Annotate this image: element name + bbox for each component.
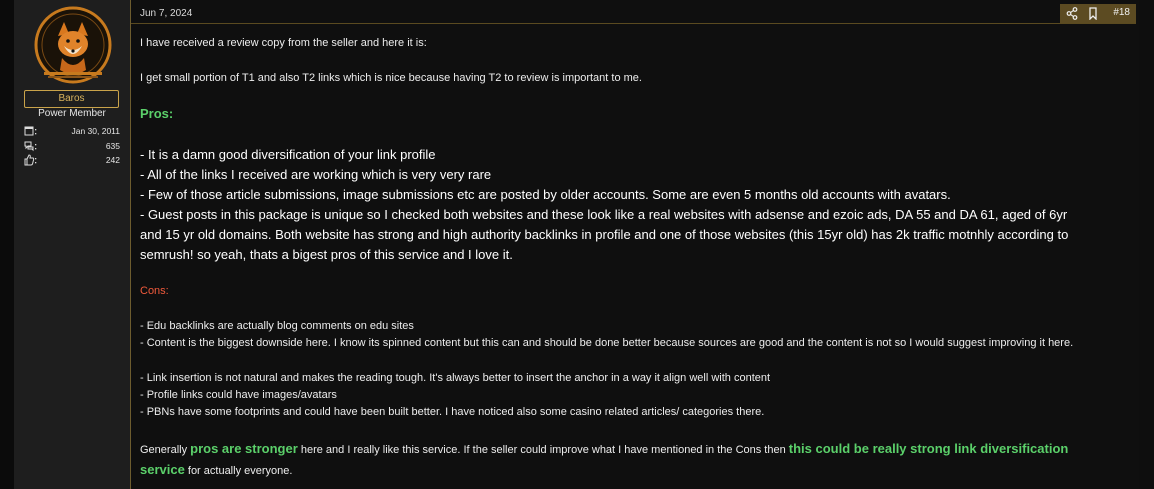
stat-joined: Jan 30, 2011 <box>24 125 120 138</box>
stat-reactions: 242 <box>24 154 120 167</box>
cons-item: - PBNs have some footprints and could ha… <box>140 406 765 418</box>
user-title: Power Member <box>38 108 106 119</box>
post-number-link[interactable]: #18 <box>1113 7 1130 18</box>
cons-item: - Content is the biggest downside here. … <box>140 337 1074 349</box>
pros-item: - All of the links I received are workin… <box>140 167 492 182</box>
thumbs-up-icon <box>24 154 40 166</box>
stat-messages: 635 <box>24 140 120 153</box>
summary-highlight: pros are stronger <box>190 441 298 456</box>
post-main: Jun 7, 2024 #18 I have received a review… <box>131 0 1139 489</box>
cons-item: - Link insertion is not natural and make… <box>140 372 771 384</box>
post-header: Jun 7, 2024 #18 <box>131 4 1136 24</box>
calendar-icon <box>24 125 40 137</box>
summary-paragraph: Generally pros are stronger here and I r… <box>140 439 1100 481</box>
pros-item: - It is a damn good diversification of y… <box>140 147 436 162</box>
intro-paragraph: I have received a review copy from the s… <box>140 37 427 49</box>
share-icon[interactable] <box>1066 7 1078 20</box>
post-date[interactable]: Jun 7, 2024 <box>140 8 192 19</box>
pros-heading: Pros: <box>140 106 174 121</box>
joined-date: Jan 30, 2011 <box>71 126 120 136</box>
cons-item: - Profile links could have images/avatar… <box>140 389 337 401</box>
cons-item: - Edu backlinks are actually blog commen… <box>140 320 414 332</box>
summary-text: for actually everyone. <box>184 465 293 477</box>
pros-item: - Few of those article submissions, imag… <box>140 187 951 202</box>
summary-text: here and I really like this service. If … <box>297 444 789 456</box>
t1-t2-paragraph: I get small portion of T1 and also T2 li… <box>140 72 642 84</box>
username-link[interactable]: Baros <box>24 90 119 108</box>
summary-text: Generally <box>140 444 191 456</box>
bookmark-icon[interactable] <box>1088 7 1098 21</box>
messages-count: 635 <box>105 141 120 151</box>
cons-heading: Cons: <box>140 285 169 297</box>
pros-item: - Guest posts in this package is unique … <box>140 207 1069 262</box>
reactions-count: 242 <box>105 155 120 165</box>
messages-icon <box>24 140 40 152</box>
post-actions-bar: #18 <box>1060 4 1136 23</box>
avatar[interactable] <box>34 6 112 84</box>
user-sidebar: Baros Power Member Jan 30, 2011 635 242 <box>14 0 131 489</box>
